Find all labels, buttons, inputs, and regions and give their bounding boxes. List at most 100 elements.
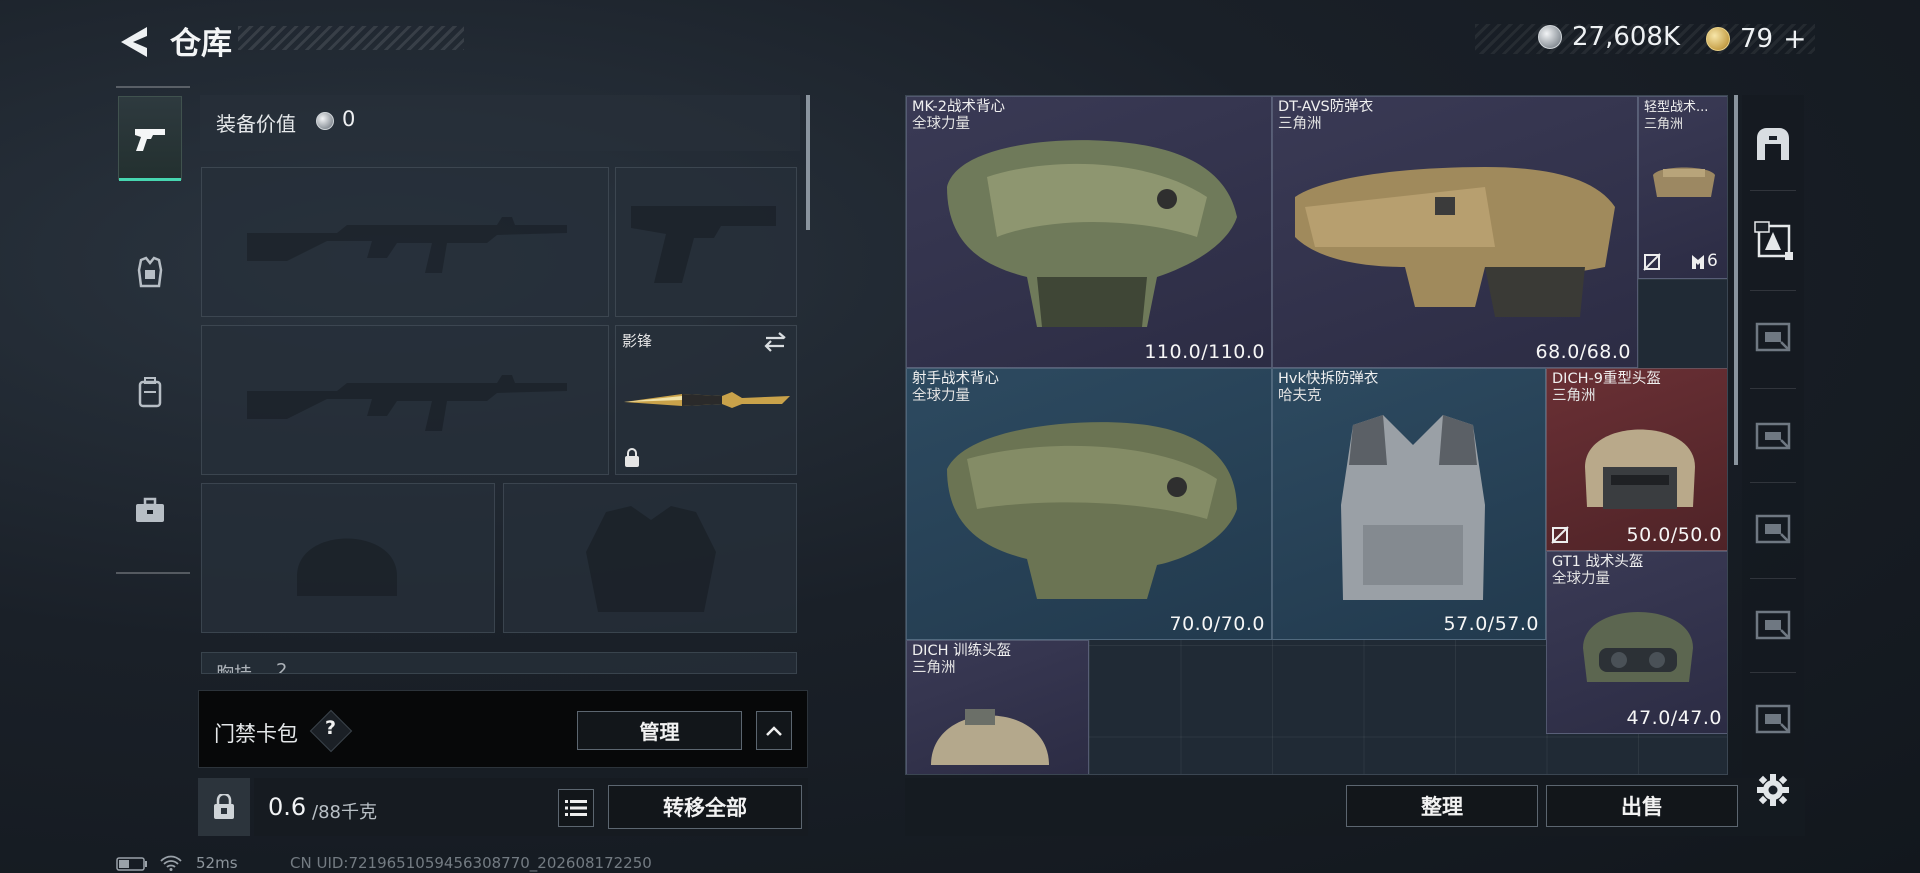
item-origin: 全球力量 [912, 388, 970, 404]
stash-item-mk2-vest[interactable]: MK-2战术背心 全球力量 110.0/110.0 [906, 96, 1272, 368]
nav-item-weapons[interactable] [118, 96, 182, 181]
item-origin: 三角洲 [1644, 117, 1684, 132]
storage-icon [1757, 128, 1789, 160]
rail-item-gt1-2[interactable] [1747, 408, 1799, 460]
body-armor-slot[interactable] [503, 483, 797, 633]
case-slot-icon [1755, 704, 1791, 734]
rail-item-case-1[interactable] [1747, 310, 1799, 362]
currency-silver-value: 27,608K [1572, 22, 1681, 52]
item-count: 6 [1707, 251, 1718, 271]
rail-separator [1750, 482, 1796, 483]
collapse-button[interactable] [756, 711, 792, 750]
rail-separator [1750, 672, 1796, 673]
nav-bottom-rule [116, 572, 190, 574]
item-name: DICH-9重型头盔 [1552, 371, 1661, 387]
silver-coin-icon [1538, 25, 1562, 49]
item-name: 射手战术背心 [912, 371, 999, 387]
nav-item-armor[interactable] [118, 230, 182, 314]
item-durability: 50.0/50.0 [1626, 524, 1722, 546]
pistol-icon [135, 129, 165, 151]
rail-item-storage[interactable] [1747, 118, 1799, 170]
uid-text: CN UID:7219651059456308770_202608172250 [290, 854, 652, 872]
gt1-gear-icon [1754, 221, 1793, 260]
sidearm-slot[interactable] [615, 167, 797, 317]
secondary-weapon-slot[interactable] [201, 325, 609, 475]
helmet-image [1585, 429, 1695, 509]
currency-silver[interactable]: 27,608K [1538, 22, 1680, 52]
battery-icon [116, 857, 147, 871]
stash-item-dich-training-helmet[interactable]: DICH 训练头盔 三角洲 [906, 640, 1089, 774]
stash-grid[interactable]: MK-2战术背心 全球力量 110.0/110.0 DT-AVS防弹衣 三角洲 … [905, 95, 1728, 775]
vest-image-2 [947, 422, 1237, 599]
stash-item-hvk-armor[interactable]: Hvk快拆防弹衣 哈夫克 57.0/57.0 [1272, 368, 1546, 640]
chest-rig-value: 2 [276, 660, 288, 674]
primary-weapon-slot[interactable] [201, 167, 609, 317]
stash-scrollbar[interactable] [1734, 95, 1738, 465]
swap-arrows-icon[interactable] [764, 332, 788, 352]
case-slot-icon [1755, 514, 1791, 544]
stash-item-gt1-helmet[interactable]: GT1 战术头盔 全球力量 47.0/47.0 [1546, 551, 1727, 734]
body-armor-silhouette-icon [586, 506, 716, 612]
list-view-button[interactable] [558, 789, 594, 827]
weight-lock-button[interactable] [198, 778, 250, 836]
armor-image-2 [1341, 415, 1485, 600]
title-decoration [238, 26, 464, 50]
ping-value: 52ms [196, 854, 238, 872]
rail-item-case-2[interactable] [1747, 502, 1799, 554]
backpack-icon [138, 377, 162, 408]
wifi-icon [160, 855, 182, 871]
currency-gold[interactable]: 79 + [1706, 22, 1807, 55]
nav-item-backpack[interactable] [118, 350, 182, 434]
case-slot-icon [1755, 322, 1791, 352]
stash-item-dt-avs-armor[interactable]: DT-AVS防弹衣 三角洲 68.0/68.0 [1272, 96, 1638, 368]
helmet-slot[interactable] [201, 483, 495, 633]
rail-separator [1750, 190, 1796, 191]
currency-gold-plus[interactable]: + [1783, 22, 1806, 55]
item-durability: 47.0/47.0 [1626, 707, 1722, 729]
rail-separator [1750, 388, 1796, 389]
item-count-icon [1692, 255, 1704, 269]
stash-item-dich9-helmet[interactable]: DICH-9重型头盔 三角洲 50.0/50.0 [1546, 368, 1727, 551]
equip-value-coin-icon [316, 112, 334, 130]
helmet-silhouette-icon [297, 538, 397, 596]
chevron-up-icon [766, 725, 782, 736]
item-durability: 68.0/68.0 [1535, 341, 1631, 363]
helmet-image-3 [931, 709, 1049, 765]
item-origin: 三角洲 [1278, 116, 1322, 132]
chest-rig-slot[interactable]: 胸挂 2 [201, 652, 797, 674]
case-slot-icon [1755, 610, 1791, 640]
weight-capacity: /88千克 [312, 802, 377, 823]
item-name: DICH 训练头盔 [912, 643, 1012, 659]
weight-lock-icon [214, 794, 234, 819]
manage-button[interactable]: 管理 [577, 711, 742, 750]
knife-icon [624, 392, 790, 408]
item-durability: 110.0/110.0 [1144, 341, 1265, 363]
back-arrow-icon [121, 27, 147, 57]
stash-item-shooter-vest[interactable]: 射手战术背心 全球力量 70.0/70.0 [906, 368, 1272, 640]
loadout-scrollbar[interactable] [806, 95, 810, 230]
item-name: Hvk快拆防弹衣 [1278, 371, 1379, 387]
rail-item-gt1[interactable] [1747, 214, 1799, 266]
item-origin: 哈夫克 [1278, 388, 1322, 404]
rifle-silhouette-icon [247, 217, 567, 273]
melee-slot[interactable]: 影锋 [615, 325, 797, 475]
stash-item-light-tactical[interactable]: 轻型战术... 三角洲 6 [1638, 96, 1727, 279]
list-icon [565, 800, 587, 816]
sell-button[interactable]: 出售 [1546, 785, 1738, 827]
lock-icon [625, 448, 639, 467]
settings-button[interactable] [1747, 764, 1799, 816]
rail-item-case-4[interactable] [1747, 692, 1799, 744]
nav-top-rule [116, 86, 190, 88]
item-name: DT-AVS防弹衣 [1278, 99, 1374, 115]
transfer-all-button[interactable]: 转移全部 [608, 785, 802, 829]
item-durability: 70.0/70.0 [1169, 613, 1265, 635]
nav-item-case[interactable] [118, 468, 182, 552]
item-name: GT1 战术头盔 [1552, 554, 1644, 570]
no-trade-icon [1643, 253, 1661, 271]
rail-item-case-3[interactable] [1747, 598, 1799, 650]
sort-button[interactable]: 整理 [1346, 785, 1538, 827]
back-button[interactable] [112, 20, 156, 64]
rifle-silhouette-icon-2 [247, 375, 567, 431]
melee-slot-label: 影锋 [622, 332, 653, 350]
briefcase-icon [136, 497, 164, 522]
